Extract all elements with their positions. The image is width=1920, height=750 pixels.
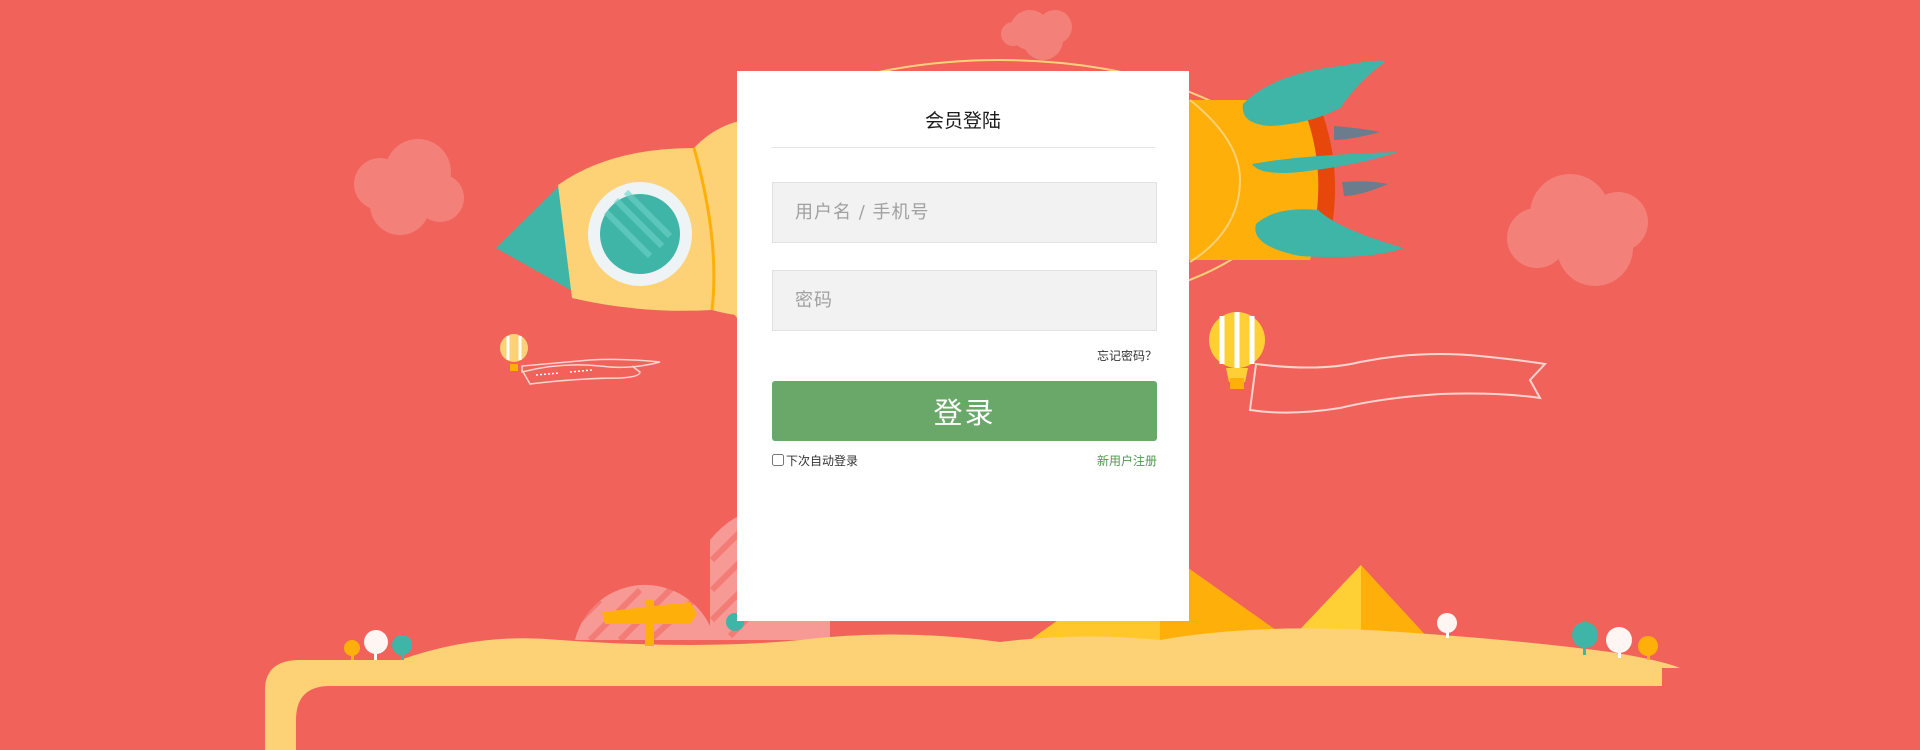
forgot-password-link[interactable]: 忘记密码？ — [1097, 347, 1157, 364]
cloud-icon — [1507, 174, 1648, 286]
remember-me-checkbox[interactable] — [772, 454, 784, 466]
login-card: 会员登陆 忘记密码？ 登录 下次自动登录 新用户注册 — [737, 71, 1189, 621]
rocket-icon — [1185, 60, 1404, 263]
remember-me[interactable]: 下次自动登录 — [772, 451, 858, 469]
ribbon-banner-icon — [1248, 353, 1548, 414]
hot-air-balloon-icon — [1209, 312, 1265, 389]
register-link[interactable]: 新用户注册 — [1097, 452, 1157, 469]
page-title: 会员登陆 — [771, 105, 1155, 148]
cloud-icon — [354, 139, 464, 235]
cloud-icon — [1001, 10, 1072, 60]
login-button[interactable]: 登录 — [772, 381, 1157, 441]
ribbon-banner-icon — [521, 358, 661, 385]
password-input[interactable] — [772, 270, 1157, 331]
username-input[interactable] — [772, 182, 1157, 243]
remember-me-label: 下次自动登录 — [786, 453, 859, 468]
ground — [265, 628, 1680, 750]
